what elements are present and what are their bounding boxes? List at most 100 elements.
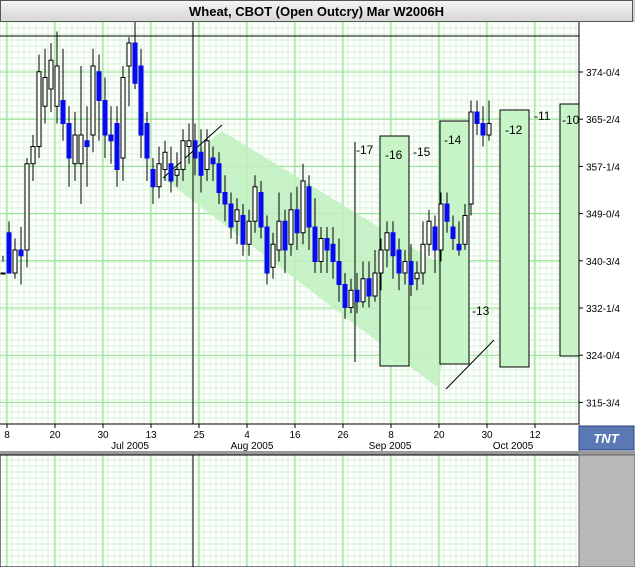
time-label: -14 xyxy=(444,133,462,147)
candle-body xyxy=(180,140,186,170)
scrollbar[interactable] xyxy=(578,454,635,567)
x-month-label: Sep 2005 xyxy=(369,441,412,452)
candle-body xyxy=(78,134,84,165)
candle-body xyxy=(366,278,372,297)
candle-body xyxy=(378,249,384,274)
candle-body xyxy=(354,289,360,303)
x-month-label: Oct 2005 xyxy=(493,441,534,452)
x-tick-label: 4 xyxy=(244,430,250,441)
y-tick-label: 315-3/4 xyxy=(586,398,620,409)
x-tick-label: 12 xyxy=(529,430,541,441)
candle-body xyxy=(204,140,210,170)
candle-body xyxy=(420,243,426,274)
candle-body xyxy=(468,111,474,205)
x-tick-label: 8 xyxy=(388,430,394,441)
chart-window: Wheat, CBOT (Open Outcry) Mar W2006H -17… xyxy=(0,0,635,567)
candle-body xyxy=(6,232,12,274)
candle-body xyxy=(324,238,330,251)
candle-body xyxy=(150,169,156,188)
candle-body xyxy=(276,220,282,251)
logo-text: TNT xyxy=(593,431,619,446)
candle-body xyxy=(474,111,480,124)
candle-body xyxy=(108,134,114,142)
time-label: -16 xyxy=(385,148,403,162)
y-tick-label: 365-2/4 xyxy=(586,115,620,126)
candle-body xyxy=(330,243,336,262)
candle-body xyxy=(162,151,168,170)
y-tick-label: 324-0/4 xyxy=(586,351,620,362)
candle-body xyxy=(486,123,492,136)
time-label: -10 xyxy=(562,113,580,127)
candle-body xyxy=(258,192,264,228)
candle-body xyxy=(312,226,318,262)
candle-body xyxy=(72,134,78,165)
candle-body xyxy=(480,123,486,136)
candle-body xyxy=(30,146,36,165)
candle-body xyxy=(282,220,288,251)
axis-separator xyxy=(0,451,635,455)
candle-body xyxy=(144,123,150,159)
x-tick-label: 13 xyxy=(145,430,157,441)
candle-body xyxy=(318,238,324,262)
candle-body xyxy=(102,100,108,136)
candle-body xyxy=(48,59,54,90)
y-tick-label: 357-1/4 xyxy=(586,162,620,173)
candle-body xyxy=(168,163,174,182)
candle-body xyxy=(402,261,408,274)
candle-body xyxy=(36,71,42,147)
candle-body xyxy=(192,140,198,159)
candle-body xyxy=(114,123,120,170)
candle-body xyxy=(240,215,246,245)
candle-body xyxy=(96,71,102,101)
time-label: -17 xyxy=(356,143,374,157)
candle-body xyxy=(60,100,66,124)
candle xyxy=(468,100,474,216)
candle-body xyxy=(156,163,162,188)
x-tick-label: 30 xyxy=(481,430,493,441)
candle-body xyxy=(438,203,444,251)
x-tick-label: 20 xyxy=(433,430,445,441)
candle-body xyxy=(138,65,144,136)
candle-body xyxy=(408,261,414,285)
candle-body xyxy=(234,209,240,222)
x-tick-label: 20 xyxy=(49,430,61,441)
candle-body xyxy=(456,243,462,251)
candle-body xyxy=(348,289,354,308)
chart-area[interactable]: -17 -16 -15 -14 -13 -12 -11 -10 374-0/4 3… xyxy=(0,22,635,567)
candle-body xyxy=(384,232,390,251)
x-tick-label: 16 xyxy=(289,430,301,441)
time-box xyxy=(499,109,530,368)
candle-body xyxy=(414,272,420,280)
x-tick-label: 30 xyxy=(97,430,109,441)
candle-body xyxy=(270,243,276,268)
candle-body xyxy=(390,232,396,257)
candle-body xyxy=(198,151,204,176)
x-tick-label: 26 xyxy=(337,430,349,441)
candle-body xyxy=(360,278,366,303)
time-label: -15 xyxy=(413,145,431,159)
candle-body xyxy=(432,226,438,251)
title-bar: Wheat, CBOT (Open Outcry) Mar W2006H xyxy=(0,0,633,22)
time-label: -11 xyxy=(534,109,551,123)
candle-body xyxy=(186,140,192,147)
tnt-logo: TNT xyxy=(578,425,635,451)
time-box xyxy=(559,103,581,357)
candle-body xyxy=(0,272,6,275)
candle-body xyxy=(306,186,312,228)
candle-body xyxy=(264,226,270,274)
y-tick-label: 349-0/4 xyxy=(586,210,620,221)
candle-body xyxy=(228,203,234,228)
chart-title: Wheat, CBOT (Open Outcry) Mar W2006H xyxy=(189,4,444,19)
candle-body xyxy=(336,261,342,285)
candle-body xyxy=(444,203,450,222)
candle-body xyxy=(54,65,60,107)
candle-body xyxy=(342,284,348,308)
candle-body xyxy=(84,140,90,147)
candle-body xyxy=(246,220,252,245)
candle-body xyxy=(18,249,24,257)
y-tick-label: 340-3/4 xyxy=(586,257,620,268)
x-month-label: Aug 2005 xyxy=(231,441,274,452)
candle-body xyxy=(42,77,48,107)
candle-body xyxy=(210,157,216,165)
candle-body xyxy=(126,42,132,67)
